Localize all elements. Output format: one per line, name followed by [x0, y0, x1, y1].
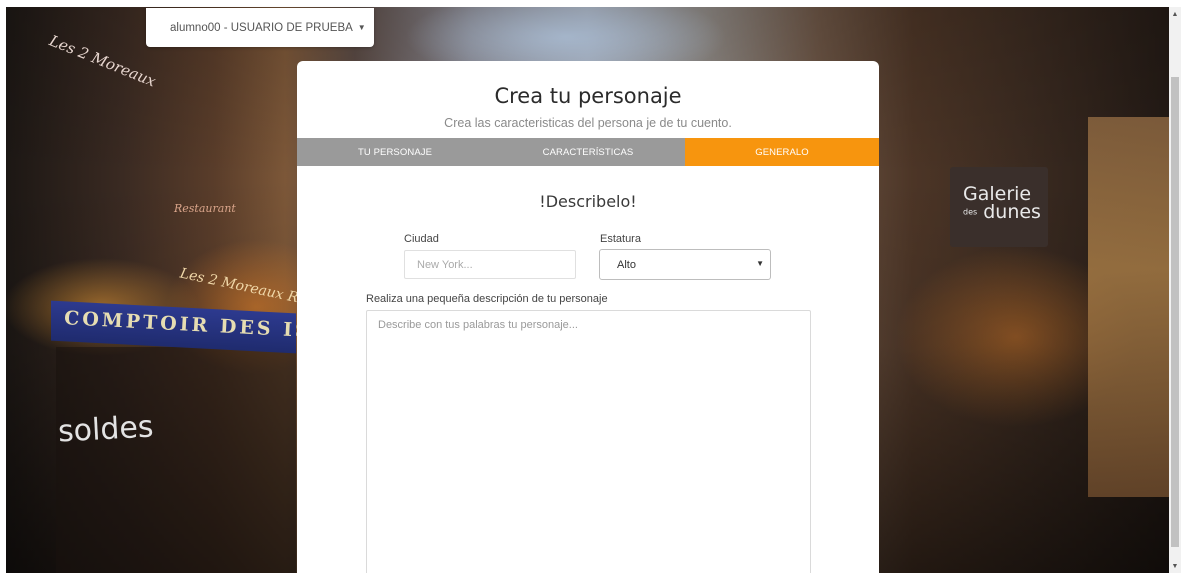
- scroll-up-arrow-icon[interactable]: ▲: [1169, 7, 1181, 21]
- select-arrow-icon: ▼: [756, 259, 764, 268]
- lit-shop-window: [1088, 117, 1169, 497]
- estatura-selected-value: Alto: [617, 258, 636, 271]
- tab-caracteristicas[interactable]: CARACTERÍSTICAS: [491, 138, 685, 166]
- page-subtitle: Crea las caracteristicas del persona je …: [444, 116, 732, 130]
- user-menu-label: alumno00 - USUARIO DE PRUEBA: [170, 21, 353, 34]
- sign-galerie-des: des: [963, 207, 978, 217]
- ciudad-label: Ciudad: [404, 233, 439, 245]
- tab-generalo[interactable]: GENERALO: [685, 138, 879, 166]
- caret-down-icon: ▼: [357, 23, 366, 32]
- tab-label: CARACTERÍSTICAS: [542, 146, 634, 158]
- ciudad-input[interactable]: [404, 250, 576, 279]
- sign-galerie-line2: dunes: [983, 201, 1041, 223]
- step-tabs: TU PERSONAJE CARACTERÍSTICAS GENERALO: [297, 138, 879, 166]
- scroll-down-arrow-icon[interactable]: ▼: [1169, 559, 1181, 573]
- page-scrollbar[interactable]: ▲ ▼: [1169, 7, 1181, 573]
- descripcion-textarea[interactable]: [366, 310, 811, 573]
- estatura-select[interactable]: Alto ▼: [599, 249, 771, 280]
- section-heading: !Describelo!: [539, 192, 637, 211]
- tab-tu-personaje[interactable]: TU PERSONAJE: [297, 138, 491, 166]
- sign-soldes: soldes: [57, 409, 155, 450]
- shop-front: [56, 347, 296, 573]
- user-menu-dropdown[interactable]: alumno00 - USUARIO DE PRUEBA ▼: [146, 8, 374, 47]
- sign-galerie: Galerie des dunes: [963, 185, 1041, 222]
- estatura-label: Estatura: [600, 233, 641, 245]
- tab-label: TU PERSONAJE: [358, 146, 433, 158]
- page-title: Crea tu personaje: [494, 84, 682, 108]
- sign-les-2-moreaux: Les 2 Moreaux: [46, 31, 159, 91]
- scrollbar-thumb[interactable]: [1171, 77, 1179, 547]
- sign-restaurant: Restaurant: [174, 202, 236, 215]
- descripcion-label: Realiza una pequeña descripción de tu pe…: [366, 293, 608, 305]
- character-creation-card: Crea tu personaje Crea las caracteristic…: [297, 61, 879, 573]
- tab-label: GENERALO: [755, 146, 809, 158]
